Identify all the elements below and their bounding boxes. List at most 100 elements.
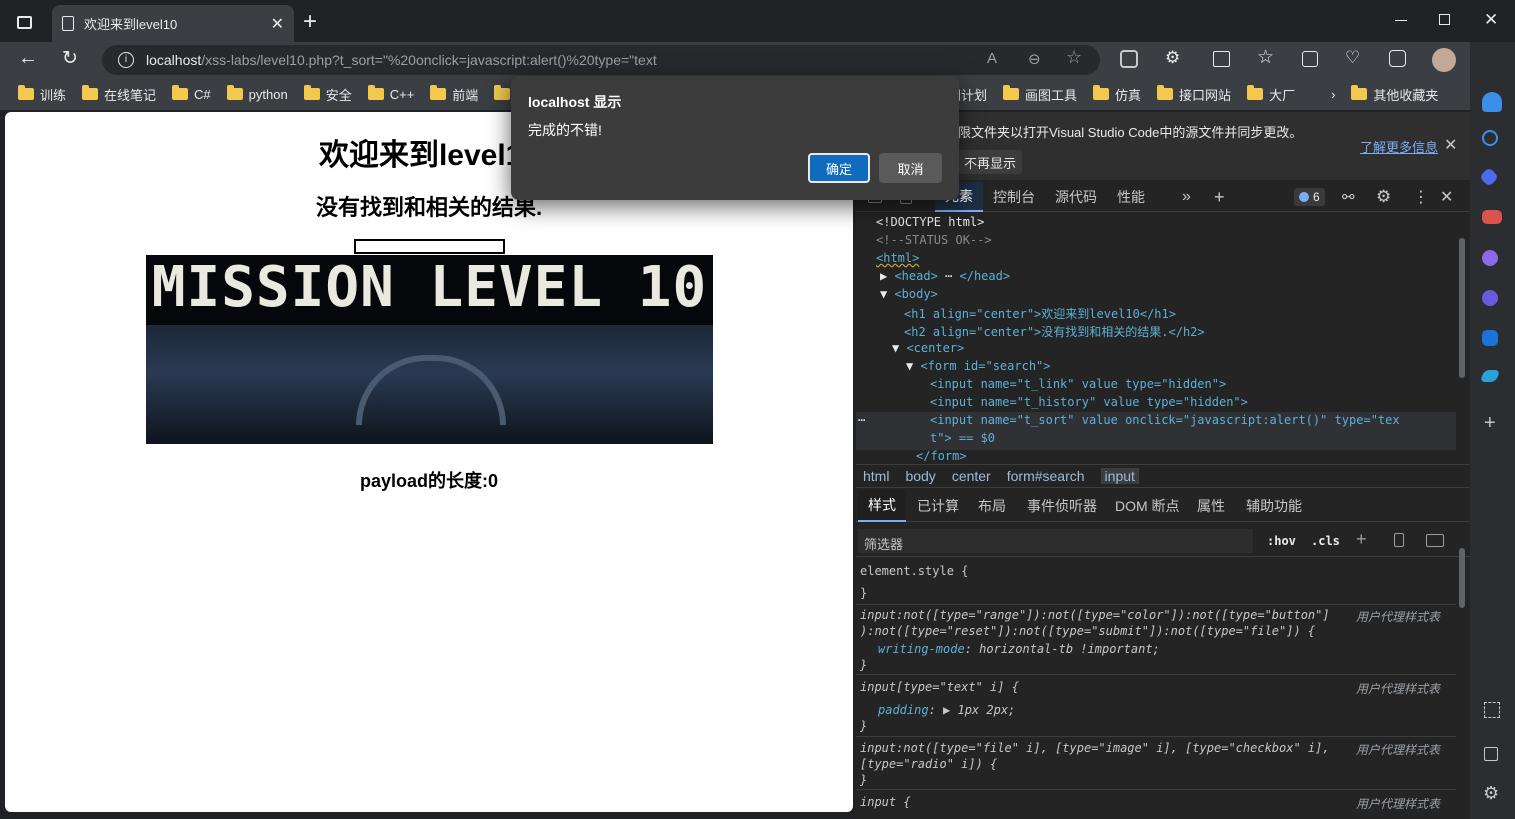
dont-show-button[interactable]: 不再显示 bbox=[958, 150, 1023, 174]
infobar-close-icon[interactable]: ✕ bbox=[1444, 135, 1457, 155]
dom-node[interactable]: <input name="t_history" value type="hidd… bbox=[930, 395, 1248, 409]
shopping-icon[interactable] bbox=[1479, 167, 1499, 187]
add-tab-icon[interactable]: + bbox=[1214, 182, 1225, 212]
maximize-icon[interactable] bbox=[1439, 14, 1450, 25]
tab-accessibility[interactable]: 辅助功能 bbox=[1246, 490, 1302, 522]
tab-dom-breakpoints[interactable]: DOM 断点 bbox=[1115, 490, 1180, 522]
back-icon[interactable]: ← bbox=[18, 47, 38, 70]
breadcrumb-item[interactable]: body bbox=[905, 468, 935, 484]
styles-scrollbar[interactable] bbox=[1459, 548, 1465, 608]
zoom-icon[interactable]: ⊖ bbox=[1028, 50, 1041, 68]
rule-selector[interactable]: input { bbox=[860, 795, 911, 809]
dom-node-selected[interactable]: <input name="t_sort" value onclick="java… bbox=[930, 413, 1400, 427]
tab-sources[interactable]: 源代码 bbox=[1055, 182, 1097, 212]
breadcrumb-item[interactable]: center bbox=[952, 468, 991, 484]
tab-console[interactable]: 控制台 bbox=[993, 182, 1035, 212]
tab-actions-icon[interactable] bbox=[17, 16, 32, 29]
cls-toggle[interactable]: .cls bbox=[1311, 534, 1340, 548]
performance-icon[interactable]: ♡ bbox=[1345, 48, 1360, 68]
new-tab-button[interactable]: + bbox=[303, 8, 317, 36]
rule-declaration[interactable]: padding: ▶ 1px 2px; bbox=[878, 703, 1015, 717]
bookmark-folder[interactable]: 前端 bbox=[422, 81, 486, 107]
tab-styles[interactable]: 样式 bbox=[858, 490, 906, 522]
bookmark-folder[interactable]: 安全 bbox=[296, 81, 360, 107]
send-icon[interactable] bbox=[1479, 370, 1501, 382]
rule-selector-cont[interactable]: ):not([type="reset"]):not([type="submit"… bbox=[860, 624, 1315, 638]
node-menu-icon[interactable]: ⋯ bbox=[858, 413, 865, 427]
sidebar-toggle-icon[interactable] bbox=[1426, 534, 1444, 547]
connect-icon[interactable]: ⚯ bbox=[1342, 182, 1355, 212]
learn-more-link[interactable]: 了解更多信息 bbox=[1360, 137, 1438, 156]
rule-selector[interactable]: input:not([type="file" i], [type="image"… bbox=[860, 741, 1330, 755]
dom-node[interactable]: <input name="t_link" value type="hidden"… bbox=[930, 377, 1226, 391]
dom-scrollbar[interactable] bbox=[1459, 238, 1465, 378]
rule-selector-cont[interactable]: [type="radio" i]) { bbox=[860, 757, 997, 771]
dom-node[interactable]: ▼ <form id="search"> bbox=[906, 359, 1051, 373]
bookmark-folder[interactable]: 仿真 bbox=[1085, 81, 1149, 107]
open-external-icon[interactable] bbox=[1484, 747, 1498, 761]
more-tabs-icon[interactable]: » bbox=[1182, 182, 1191, 212]
tools-icon[interactable] bbox=[1482, 210, 1502, 224]
bookmark-folder[interactable]: 画图工具 bbox=[995, 81, 1085, 107]
add-favorite-icon[interactable]: ☆ bbox=[1066, 47, 1082, 68]
tab-event-listeners[interactable]: 事件侦听器 bbox=[1027, 490, 1097, 522]
other-bookmarks[interactable]: 其他收藏夹 bbox=[1343, 81, 1446, 107]
extensions-icon[interactable]: ⚙ bbox=[1165, 48, 1180, 68]
bookmark-folder[interactable]: C# bbox=[164, 81, 219, 107]
address-bar[interactable]: i localhost/xss-labs/level10.php?t_sort=… bbox=[102, 45, 1100, 75]
rule-declaration[interactable]: writing-mode: horizontal-tb !important; bbox=[878, 642, 1160, 656]
dom-node[interactable]: </form> bbox=[916, 449, 967, 461]
tab-layout[interactable]: 布局 bbox=[978, 490, 1006, 522]
copilot-icon[interactable] bbox=[1482, 290, 1498, 306]
dom-node-selected-cont[interactable]: t"> == $0 bbox=[930, 431, 995, 445]
settings-icon[interactable]: ⚙ bbox=[1376, 182, 1391, 212]
dom-node[interactable]: <h1 align="center">欢迎来到level10</h1> bbox=[904, 305, 1176, 322]
tab-properties[interactable]: 属性 bbox=[1197, 490, 1225, 522]
ok-button[interactable]: 确定 bbox=[808, 153, 870, 183]
edge-icon[interactable] bbox=[1389, 50, 1406, 67]
minimize-icon[interactable] bbox=[1395, 20, 1407, 21]
tab-computed[interactable]: 已计算 bbox=[917, 490, 959, 522]
filter-input[interactable]: 筛选器 bbox=[858, 529, 1253, 553]
rule-selector[interactable]: element.style { bbox=[860, 564, 968, 578]
outlook-icon[interactable] bbox=[1482, 330, 1498, 346]
cancel-button[interactable]: 取消 bbox=[879, 153, 942, 183]
t-sort-input[interactable] bbox=[354, 239, 505, 254]
avatar[interactable] bbox=[1432, 48, 1456, 72]
breadcrumb-item[interactable]: form#search bbox=[1007, 468, 1085, 484]
games-icon[interactable] bbox=[1482, 250, 1498, 266]
new-rule-icon[interactable]: + bbox=[1356, 529, 1367, 550]
ext-icon-1[interactable] bbox=[1120, 50, 1138, 68]
close-tab-icon[interactable]: ✕ bbox=[271, 14, 284, 34]
dom-node[interactable]: <!DOCTYPE html> bbox=[876, 215, 984, 229]
breadcrumb-item-active[interactable]: input bbox=[1100, 468, 1139, 484]
paint-icon[interactable] bbox=[1394, 533, 1404, 547]
search-icon[interactable] bbox=[1482, 130, 1498, 146]
dom-node[interactable]: ▼ <center> bbox=[892, 341, 964, 355]
split-screen-icon[interactable] bbox=[1213, 51, 1230, 67]
bell-icon[interactable] bbox=[1482, 92, 1502, 112]
issues-badge[interactable]: 6 bbox=[1294, 188, 1325, 206]
add-sidebar-icon[interactable]: + bbox=[1484, 412, 1496, 435]
url-text[interactable]: localhost/xss-labs/level10.php?t_sort="%… bbox=[146, 52, 657, 68]
dom-node[interactable]: ▼ <body> bbox=[880, 287, 938, 301]
screenshot-icon[interactable] bbox=[1484, 702, 1500, 718]
breadcrumb-item[interactable]: html bbox=[863, 468, 889, 484]
bookmark-folder[interactable]: 大厂 bbox=[1239, 81, 1303, 107]
browser-tab[interactable]: 欢迎来到level10 ✕ bbox=[52, 5, 294, 42]
kebab-menu-icon[interactable]: ⋮ bbox=[1413, 182, 1429, 212]
hov-toggle[interactable]: :hov bbox=[1267, 534, 1296, 548]
dom-node[interactable]: <h2 align="center">没有找到和相关的结果.</h2> bbox=[904, 323, 1205, 340]
collections-icon[interactable] bbox=[1302, 51, 1318, 67]
close-window-icon[interactable]: ✕ bbox=[1484, 10, 1498, 30]
dom-node[interactable]: <!--STATUS OK--> bbox=[876, 233, 992, 247]
rule-selector[interactable]: input[type="text" i] { bbox=[860, 680, 1019, 694]
bookmark-folder[interactable]: 训练 bbox=[10, 81, 74, 107]
read-aloud-icon[interactable]: A bbox=[987, 50, 997, 67]
rule-selector[interactable]: input:not([type="range"]):not([type="col… bbox=[860, 608, 1330, 622]
favorites-icon[interactable]: ☆ bbox=[1257, 46, 1274, 69]
bookmark-folder[interactable]: 接口网站 bbox=[1149, 81, 1239, 107]
close-devtools-icon[interactable]: ✕ bbox=[1440, 182, 1453, 212]
refresh-icon[interactable]: ↻ bbox=[62, 47, 78, 70]
tab-performance[interactable]: 性能 bbox=[1117, 182, 1145, 212]
